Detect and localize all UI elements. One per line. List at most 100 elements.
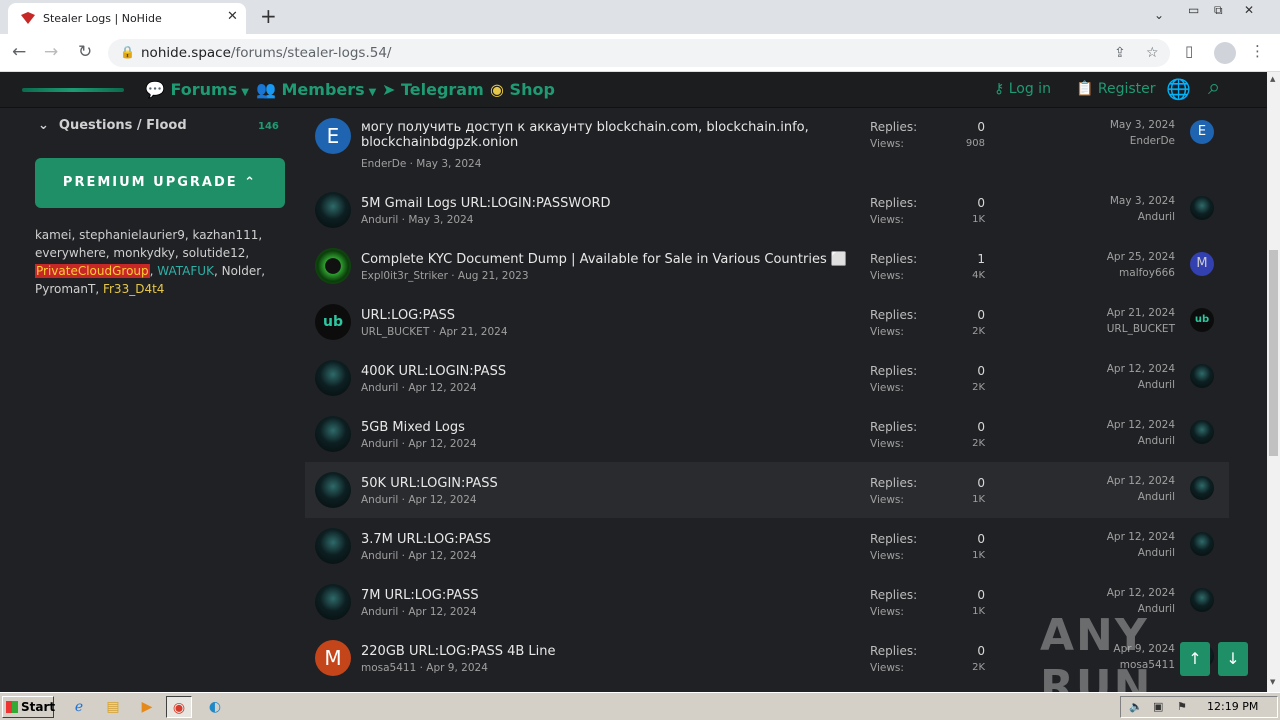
language-globe-icon[interactable]: 🌐 xyxy=(1166,77,1191,101)
register-link[interactable]: 📋 Register xyxy=(1076,81,1156,97)
user-link[interactable]: kazhan111 xyxy=(193,228,259,242)
user-link[interactable]: PrivateCloudGroup xyxy=(35,264,150,278)
bookmark-star-icon[interactable]: ☆ xyxy=(1146,45,1159,61)
url-text[interactable]: nohide.space/forums/stealer-logs.54/ xyxy=(141,45,391,61)
page-scrollbar[interactable]: ▲ ▼ xyxy=(1267,72,1280,692)
author-link[interactable]: Anduril xyxy=(361,438,398,450)
user-link[interactable]: solutide12 xyxy=(183,246,246,260)
premium-upgrade-button[interactable]: PREMIUM UPGRADE ⌃ xyxy=(35,158,285,208)
author-link[interactable]: EnderDe xyxy=(361,158,406,170)
search-icon[interactable]: ⌕ xyxy=(1208,75,1220,100)
start-date[interactable]: May 3, 2024 xyxy=(408,214,473,226)
share-icon[interactable]: ⇪ xyxy=(1114,45,1126,61)
author-link[interactable]: Anduril xyxy=(361,382,398,394)
author-avatar[interactable] xyxy=(315,528,351,564)
last-post-user[interactable]: Anduril xyxy=(1055,379,1175,391)
last-post-user[interactable]: Anduril xyxy=(1055,435,1175,447)
author-avatar[interactable] xyxy=(315,584,351,620)
nav-shop[interactable]: ◉ Shop xyxy=(490,80,555,99)
last-post-user[interactable]: Anduril xyxy=(1055,211,1175,223)
last-post-date[interactable]: Apr 12, 2024 xyxy=(1055,419,1175,431)
user-link[interactable]: WATAFUK xyxy=(157,264,214,278)
start-date[interactable]: Apr 12, 2024 xyxy=(408,438,476,450)
author-link[interactable]: URL_BUCKET xyxy=(361,326,429,338)
author-link[interactable]: Anduril xyxy=(361,550,398,562)
address-bar[interactable]: 🔒 nohide.space/forums/stealer-logs.54/ ⇪… xyxy=(108,39,1170,67)
user-link[interactable]: Fr33_D4t4 xyxy=(103,282,164,296)
author-link[interactable]: Anduril xyxy=(361,606,398,618)
thread-title[interactable]: 400K URL:LOGIN:PASS xyxy=(361,364,506,379)
thread-title[interactable]: Complete KYC Document Dump | Available f… xyxy=(361,252,847,267)
last-post-date[interactable]: May 3, 2024 xyxy=(1055,195,1175,207)
browser-menu-icon[interactable]: ⋮ xyxy=(1250,42,1265,60)
browser-tab[interactable]: Stealer Logs | NoHide ✕ xyxy=(8,3,246,34)
start-date[interactable]: Apr 12, 2024 xyxy=(408,606,476,618)
last-poster-avatar[interactable] xyxy=(1190,532,1214,556)
flag-icon[interactable]: ⚑ xyxy=(1177,700,1187,713)
network-icon[interactable]: ▣ xyxy=(1153,700,1163,713)
minimize-icon[interactable]: ▭ xyxy=(1188,3,1199,17)
thread-row[interactable]: 5M Gmail Logs URL:LOGIN:PASSWORD Anduril … xyxy=(305,182,1229,238)
thread-title[interactable]: 220GB URL:LOG:PASS 4B Line xyxy=(361,644,556,659)
last-post-date[interactable]: May 3, 2024 xyxy=(1055,119,1175,131)
new-tab-icon[interactable]: + xyxy=(260,4,277,28)
thread-title[interactable]: URL:LOG:PASS xyxy=(361,308,455,323)
thread-title[interactable]: 5GB Mixed Logs xyxy=(361,420,465,435)
last-poster-avatar[interactable]: ub xyxy=(1190,308,1214,332)
last-post-date[interactable]: Apr 12, 2024 xyxy=(1055,363,1175,375)
questions-flood-link[interactable]: ⌄ Questions / Flood xyxy=(38,118,187,133)
reload-icon[interactable]: ↻ xyxy=(78,42,92,62)
thread-title[interactable]: 3.7M URL:LOG:PASS xyxy=(361,532,491,547)
user-link[interactable]: everywhere xyxy=(35,246,106,260)
start-date[interactable]: Apr 12, 2024 xyxy=(408,382,476,394)
chrome-icon[interactable]: ◉ xyxy=(166,696,192,718)
last-poster-avatar[interactable] xyxy=(1190,364,1214,388)
author-avatar[interactable] xyxy=(315,472,351,508)
chevron-down-icon[interactable]: ▼ xyxy=(369,87,377,98)
start-date[interactable]: Apr 12, 2024 xyxy=(408,550,476,562)
last-poster-avatar[interactable]: E xyxy=(1190,120,1214,144)
thread-title[interactable]: могу получить доступ к аккаунту blockcha… xyxy=(361,120,809,150)
side-panel-icon[interactable]: ▯ xyxy=(1185,42,1193,60)
restore-icon[interactable]: ⧉ xyxy=(1214,3,1223,18)
last-post-user[interactable]: EnderDe xyxy=(1055,135,1175,147)
nav-members[interactable]: 👥 Members ▼ xyxy=(256,80,376,99)
edge-icon[interactable]: ◐ xyxy=(202,696,228,718)
thread-title[interactable]: 7M URL:LOG:PASS xyxy=(361,588,479,603)
explorer-folder-icon[interactable]: ▤ xyxy=(100,696,126,718)
thread-row[interactable]: 3.7M URL:LOG:PASS Anduril · Apr 12, 2024 R… xyxy=(305,518,1229,574)
last-post-date[interactable]: Apr 12, 2024 xyxy=(1055,587,1175,599)
chevron-down-icon[interactable]: ▼ xyxy=(241,87,249,98)
last-poster-avatar[interactable]: M xyxy=(1190,252,1214,276)
login-link[interactable]: ⚷ Log in xyxy=(994,81,1051,97)
last-post-date[interactable]: Apr 12, 2024 xyxy=(1055,475,1175,487)
thread-title[interactable]: 5M Gmail Logs URL:LOGIN:PASSWORD xyxy=(361,196,611,211)
scroll-down-arrow-icon[interactable]: ▼ xyxy=(1270,678,1275,686)
nav-forums[interactable]: 💬 Forums ▼ xyxy=(145,80,249,99)
last-poster-avatar[interactable] xyxy=(1190,196,1214,220)
last-post-date[interactable]: Apr 25, 2024 xyxy=(1055,251,1175,263)
author-avatar[interactable]: E xyxy=(315,118,351,154)
last-post-date[interactable]: Apr 12, 2024 xyxy=(1055,531,1175,543)
author-avatar[interactable] xyxy=(315,416,351,452)
start-date[interactable]: Apr 9, 2024 xyxy=(426,662,488,674)
last-post-user[interactable]: URL_BUCKET xyxy=(1055,323,1175,335)
last-poster-avatar[interactable] xyxy=(1190,476,1214,500)
site-logo[interactable] xyxy=(22,88,124,92)
last-post-user[interactable]: malfoy666 xyxy=(1055,267,1175,279)
user-link[interactable]: monkydky xyxy=(113,246,175,260)
scrollbar-thumb[interactable] xyxy=(1269,250,1278,456)
author-link[interactable]: Expl0it3r_Striker xyxy=(361,270,448,282)
last-post-date[interactable]: Apr 21, 2024 xyxy=(1055,307,1175,319)
back-icon[interactable]: ← xyxy=(12,42,26,62)
thread-title[interactable]: 50K URL:LOGIN:PASS xyxy=(361,476,498,491)
user-link[interactable]: stephanielaurier9 xyxy=(79,228,185,242)
thread-row[interactable]: 50K URL:LOGIN:PASS Anduril · Apr 12, 2024… xyxy=(305,462,1229,518)
thread-row[interactable]: 400K URL:LOGIN:PASS Anduril · Apr 12, 202… xyxy=(305,350,1229,406)
volume-icon[interactable]: 🔈 xyxy=(1129,700,1143,713)
media-player-icon[interactable]: ▶ xyxy=(134,696,160,718)
nav-telegram[interactable]: ➤ Telegram xyxy=(382,80,484,99)
thread-row[interactable]: Eмогу получить доступ к аккаунту blockch… xyxy=(305,108,1229,182)
start-button[interactable]: Start xyxy=(2,696,55,718)
user-link[interactable]: Nolder xyxy=(222,264,262,278)
